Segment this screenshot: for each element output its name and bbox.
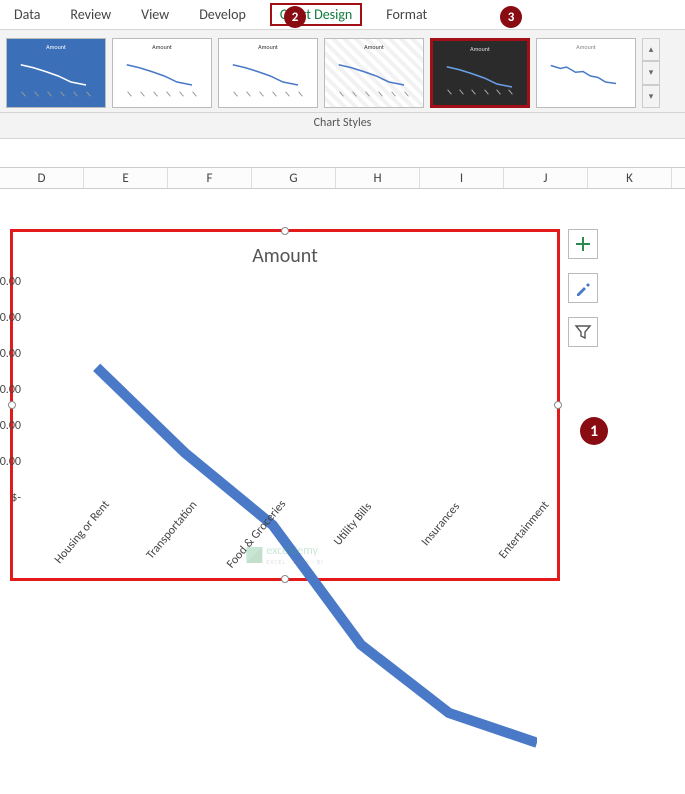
col-H[interactable]: H xyxy=(336,168,420,188)
col-G[interactable]: G xyxy=(252,168,336,188)
y-axis-tick: $200.00 xyxy=(0,455,21,469)
chart-styles-more[interactable]: ▴ ▾ ▾ xyxy=(642,38,660,108)
y-axis-tick: $1,000.00 xyxy=(0,311,21,325)
dropdown-icon[interactable]: ▾ xyxy=(642,85,660,108)
tab-review[interactable]: Review xyxy=(64,3,117,26)
col-I[interactable]: I xyxy=(420,168,504,188)
brush-icon xyxy=(574,279,592,297)
chart-styles-gallery: Amount Amount Amount Amount Amount Amoun… xyxy=(0,30,685,113)
resize-handle[interactable] xyxy=(281,227,289,235)
chart-plot-area[interactable]: $1,200.00$1,000.00$800.00$600.00$400.00$… xyxy=(25,282,537,498)
embedded-chart[interactable]: Amount $1,200.00$1,000.00$800.00$600.00$… xyxy=(10,229,560,581)
worksheet: D E F G H I J K Amount $1,200.00$1,000.0… xyxy=(0,167,685,189)
tab-data[interactable]: Data xyxy=(8,3,46,26)
tab-view[interactable]: View xyxy=(135,3,175,26)
callout-3: 3 xyxy=(500,6,522,28)
chart-style-1[interactable]: Amount xyxy=(6,38,106,108)
thumb-title: Amount xyxy=(541,43,631,51)
funnel-icon xyxy=(574,323,592,341)
col-F[interactable]: F xyxy=(168,168,252,188)
y-axis-tick: $800.00 xyxy=(0,347,21,361)
chart-style-4[interactable]: Amount xyxy=(324,38,424,108)
chart-filter-button[interactable] xyxy=(568,317,598,347)
y-axis-tick: $600.00 xyxy=(0,383,21,397)
callout-1: 1 xyxy=(580,417,608,445)
thumb-title: Amount xyxy=(117,43,207,51)
chart-series-line xyxy=(25,282,537,794)
thumb-title: Amount xyxy=(437,45,523,53)
chart-styles-label: Chart Styles xyxy=(0,113,685,139)
chart-style-2[interactable]: Amount xyxy=(112,38,212,108)
resize-handle[interactable] xyxy=(554,401,562,409)
plus-icon xyxy=(574,235,592,253)
y-axis-tick: $1,200.00 xyxy=(0,275,21,289)
col-E[interactable]: E xyxy=(84,168,168,188)
chart-style-5[interactable]: Amount xyxy=(430,38,530,108)
chart-elements-button[interactable] xyxy=(568,229,598,259)
column-headers: D E F G H I J K xyxy=(0,167,685,189)
callout-2: 2 xyxy=(284,6,306,28)
col-K[interactable]: K xyxy=(588,168,672,188)
chart-title[interactable]: Amount xyxy=(13,244,557,268)
scroll-up-icon[interactable]: ▴ xyxy=(642,38,660,61)
chart-style-3[interactable]: Amount xyxy=(218,38,318,108)
chart-side-buttons xyxy=(568,229,598,347)
col-J[interactable]: J xyxy=(504,168,588,188)
scroll-down-icon[interactable]: ▾ xyxy=(642,61,660,84)
resize-handle[interactable] xyxy=(8,401,16,409)
thumb-title: Amount xyxy=(329,43,419,51)
y-axis-tick: $- xyxy=(11,491,21,505)
chart-styles-button[interactable] xyxy=(568,273,598,303)
thumb-title: Amount xyxy=(11,43,101,51)
y-axis-tick: $400.00 xyxy=(0,419,21,433)
chart-style-6[interactable]: Amount xyxy=(536,38,636,108)
col-D[interactable]: D xyxy=(0,168,84,188)
tab-format[interactable]: Format xyxy=(380,3,433,26)
thumb-title: Amount xyxy=(223,43,313,51)
tab-developer[interactable]: Develop xyxy=(193,3,252,26)
ribbon-tabs: Data Review View Develop Chart Design Fo… xyxy=(0,0,685,30)
